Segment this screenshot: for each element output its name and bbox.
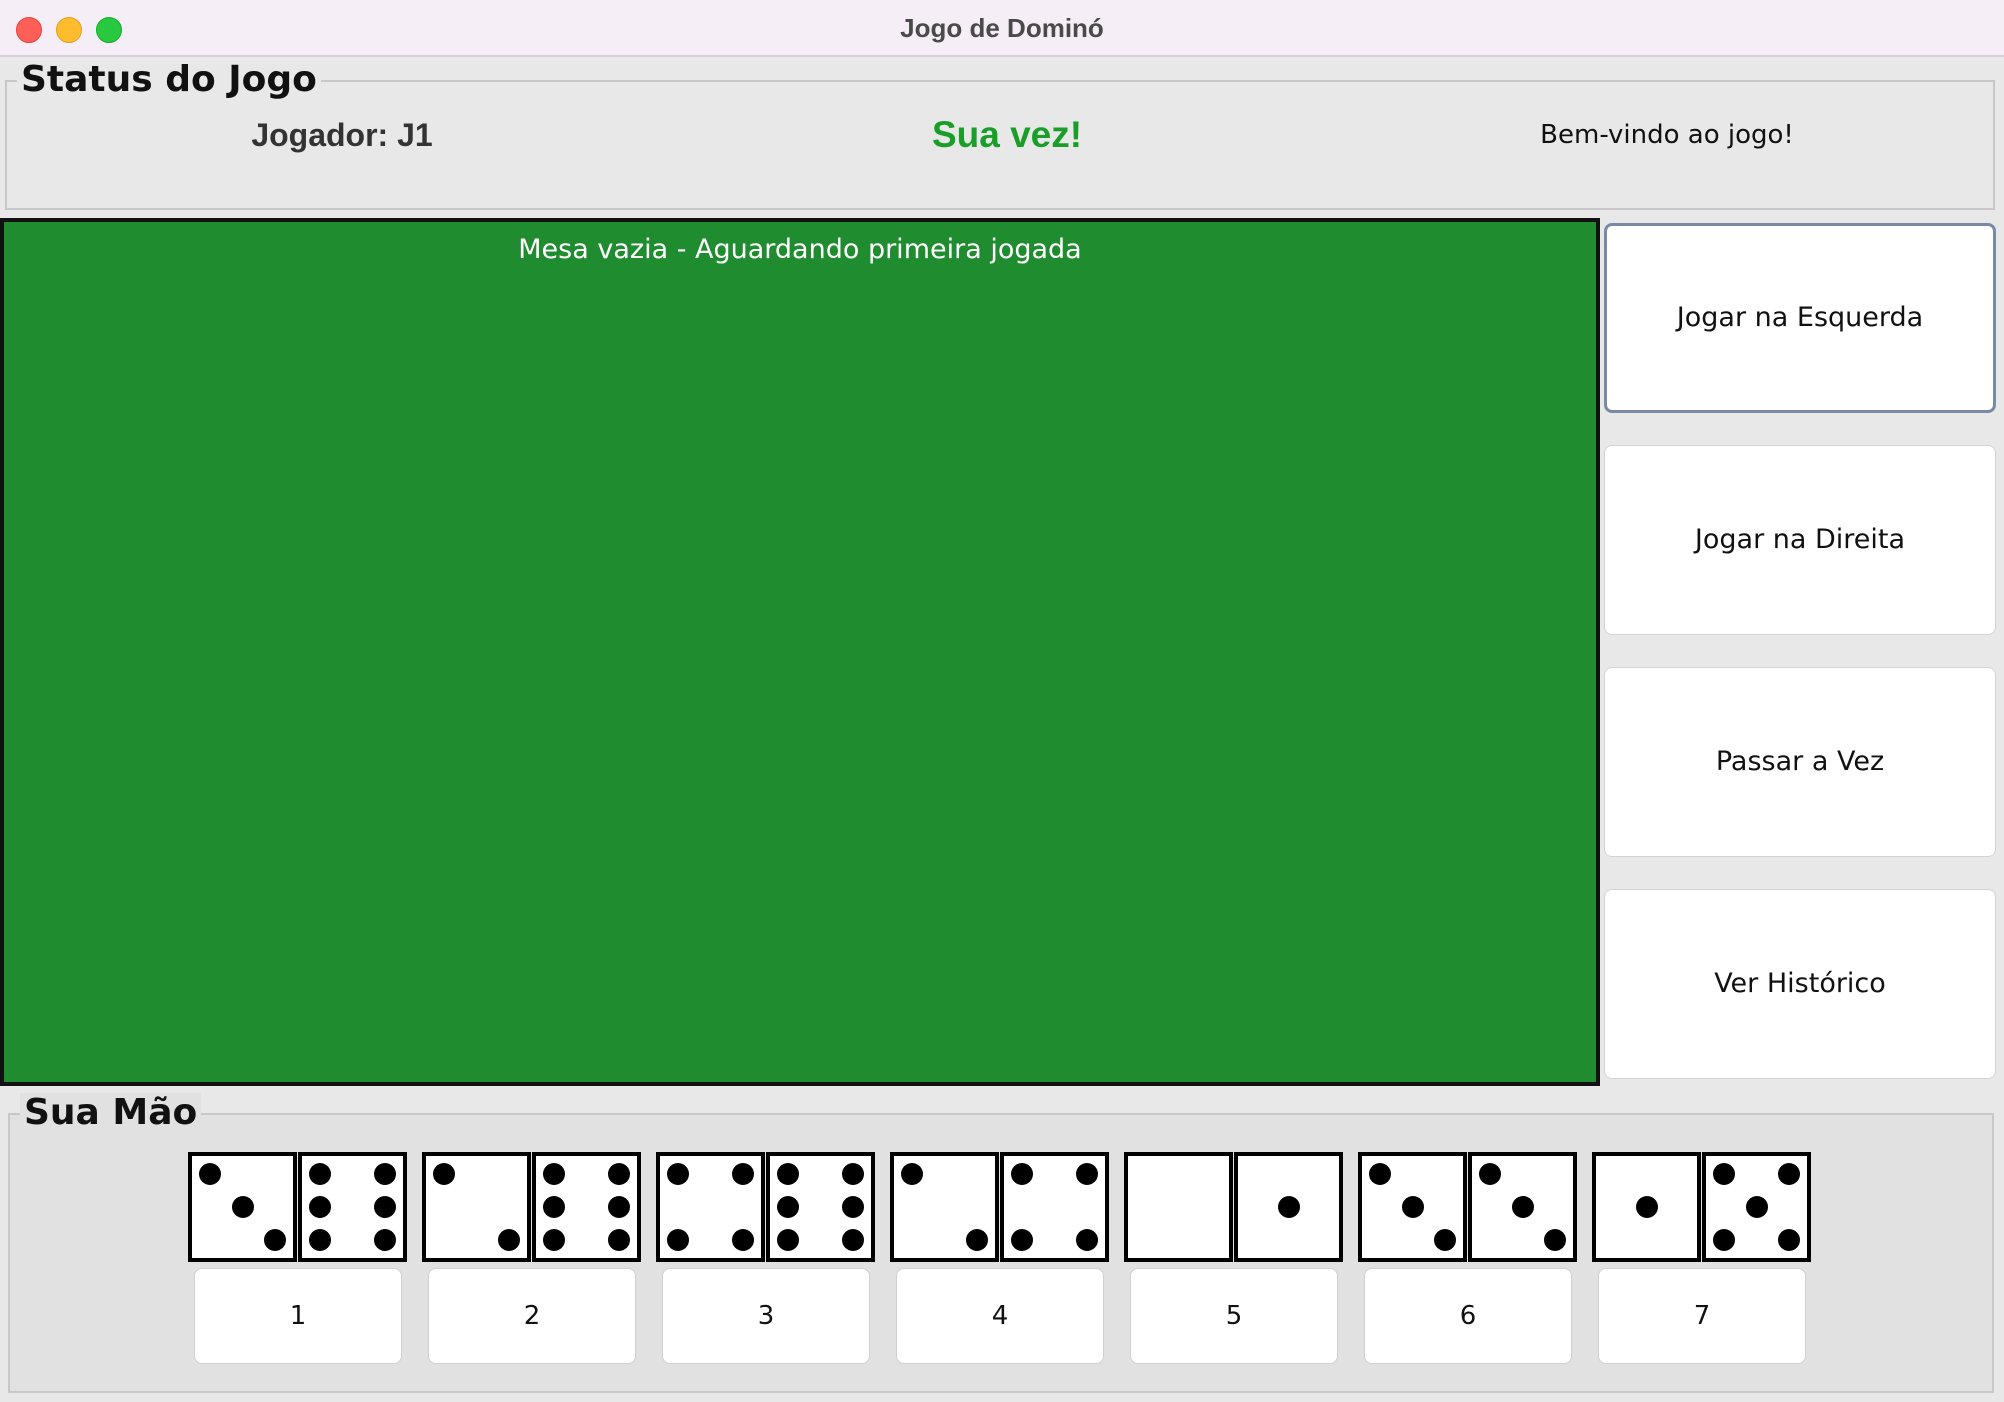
domino-tile [890,1152,1109,1262]
domino-pip [199,1163,222,1186]
domino-pip [777,1228,800,1251]
domino-pip [841,1196,864,1218]
select-tile-button[interactable]: 3 [662,1268,870,1364]
domino-pip [901,1163,924,1186]
domino-pip [1713,1163,1736,1186]
select-tile-button[interactable]: 1 [194,1268,402,1364]
tile-right-half [766,1152,875,1262]
domino-pip [667,1228,690,1251]
tile-left-half [890,1152,999,1262]
status-message: Bem-vindo ao jogo! [1540,120,1794,150]
tile-left-half [1358,1152,1467,1262]
domino-pip [1777,1163,1800,1186]
domino-pip [777,1196,800,1218]
domino-pip [731,1228,754,1251]
status-panel: Status do Jogo Jogador: J1 Sua vez! Bem-… [5,60,1995,210]
domino-pip [965,1228,988,1251]
domino-pip [263,1228,286,1251]
domino-tile [422,1152,641,1262]
table-message: Mesa vazia - Aguardando primeira jogada [518,234,1082,265]
domino-pip [731,1163,754,1186]
domino-pip [1635,1196,1658,1218]
domino-pip [1713,1228,1736,1251]
pass-turn-button[interactable]: Passar a Vez [1604,667,1996,857]
tile-left-half [1592,1152,1701,1262]
domino-pip [231,1196,254,1218]
hand-panel-title: Sua Mão [20,1093,202,1133]
tile-left-half [188,1152,297,1262]
domino-pip [777,1163,800,1186]
domino-pip [309,1196,332,1218]
tile-left-half [1124,1152,1233,1262]
domino-pip [1369,1163,1392,1186]
domino-pip [309,1163,332,1186]
domino-pip [1479,1163,1502,1186]
domino-pip [497,1228,520,1251]
domino-pip [841,1228,864,1251]
domino-pip [607,1163,630,1186]
domino-tile [656,1152,875,1262]
domino-tile [1124,1152,1343,1262]
tile-left-half [422,1152,531,1262]
tile-right-half [298,1152,407,1262]
domino-pip [1401,1196,1424,1218]
domino-tile [1358,1152,1577,1262]
domino-pip [607,1196,630,1218]
domino-pip [373,1163,396,1186]
domino-pip [1011,1228,1034,1251]
domino-pip [667,1163,690,1186]
domino-pip [543,1196,566,1218]
domino-pip [433,1163,456,1186]
select-tile-button[interactable]: 5 [1130,1268,1338,1364]
domino-pip [1075,1163,1098,1186]
domino-pip [373,1196,396,1218]
domino-pip [1011,1163,1034,1186]
domino-pip [607,1228,630,1251]
turn-indicator: Sua vez! [931,114,1083,155]
domino-pip [1277,1196,1300,1218]
window-title: Jogo de Dominó [900,13,1104,43]
tile-right-half [532,1152,641,1262]
select-tile-button[interactable]: 6 [1364,1268,1572,1364]
domino-pip [1511,1196,1534,1218]
domino-pip [1433,1228,1456,1251]
tile-right-half [1468,1152,1577,1262]
current-player-label: Jogador: J1 [251,117,433,153]
domino-pip [543,1228,566,1251]
game-table: Mesa vazia - Aguardando primeira jogada [0,218,1600,1086]
select-tile-button[interactable]: 7 [1598,1268,1806,1364]
domino-pip [1075,1228,1098,1251]
domino-pip [373,1228,396,1251]
view-history-button[interactable]: Ver Histórico [1604,889,1996,1079]
tile-right-half [1702,1152,1811,1262]
domino-tile [1592,1152,1811,1262]
tile-right-half [1000,1152,1109,1262]
domino-pip [1543,1228,1566,1251]
play-right-button[interactable]: Jogar na Direita [1604,445,1996,635]
title-bar: Jogo de Dominó [0,0,2004,57]
domino-pip [309,1228,332,1251]
domino-pip [1745,1196,1768,1218]
domino-pip [841,1163,864,1186]
domino-tile [188,1152,407,1262]
select-tile-button[interactable]: 2 [428,1268,636,1364]
play-left-button[interactable]: Jogar na Esquerda [1604,223,1996,413]
domino-pip [1777,1228,1800,1251]
tile-left-half [656,1152,765,1262]
domino-pip [543,1163,566,1186]
tile-right-half [1234,1152,1343,1262]
select-tile-button[interactable]: 4 [896,1268,1104,1364]
